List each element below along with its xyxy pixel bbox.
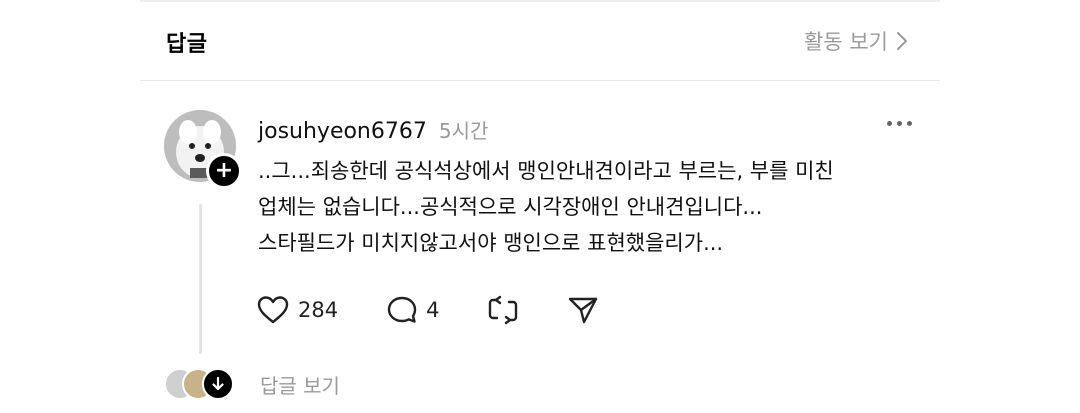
reply-avatars	[164, 368, 238, 400]
like-count: 284	[298, 298, 339, 322]
threads-reply-view: 답글 활동 보기 + josuhyeon6767 5시간 ..그...죄송한데 …	[0, 0, 1080, 413]
view-activity-button[interactable]: 활동 보기	[804, 26, 908, 56]
dot	[887, 121, 892, 126]
repost-button[interactable]	[487, 295, 519, 325]
arrow-down-icon	[202, 368, 234, 400]
send-icon	[567, 295, 599, 325]
username[interactable]: josuhyeon6767	[258, 119, 427, 144]
chevron-right-icon	[896, 31, 908, 51]
post-body: ..그...죄송한데 공식석상에서 맹인안내견이라고 부르는, 부를 미친 업체…	[258, 153, 918, 261]
heart-icon	[256, 295, 290, 325]
avatar-container: +	[164, 110, 242, 189]
more-dots-icon[interactable]	[887, 121, 912, 126]
action-bar: 284 4	[256, 295, 599, 325]
view-replies-label[interactable]: 답글 보기	[260, 370, 340, 399]
share-button[interactable]	[567, 295, 599, 325]
view-activity-label: 활동 보기	[804, 30, 888, 54]
dot	[897, 121, 902, 126]
reply-post: + josuhyeon6767 5시간 ..그...죄송한데 공식석상에서 맹인…	[140, 81, 940, 413]
post-meta: josuhyeon6767 5시간	[258, 115, 488, 144]
post-body-line: 스타필드가 미치지않고서야 맹인으로 표현했을리가...	[258, 231, 724, 255]
page-title: 답글	[166, 32, 208, 57]
comment-bubble-icon	[386, 295, 418, 325]
repost-icon	[487, 295, 519, 325]
follow-plus-icon[interactable]: +	[206, 153, 242, 189]
thread-line	[199, 204, 202, 354]
post-body-line: ..그...죄송한데 공식석상에서 맹인안내견이라고 부르는, 부를 미친	[258, 159, 834, 183]
dot	[907, 121, 912, 126]
post-time: 5시간	[438, 119, 489, 143]
comment-count: 4	[426, 298, 440, 322]
view-replies-row[interactable]: 답글 보기	[164, 368, 340, 400]
comment-button[interactable]: 4	[386, 295, 439, 325]
post-body-line: 업체는 없습니다...공식적으로 시각장애인 안내견입니다...	[258, 195, 763, 219]
like-button[interactable]: 284	[256, 295, 338, 325]
replies-header: 답글 활동 보기	[140, 0, 940, 81]
